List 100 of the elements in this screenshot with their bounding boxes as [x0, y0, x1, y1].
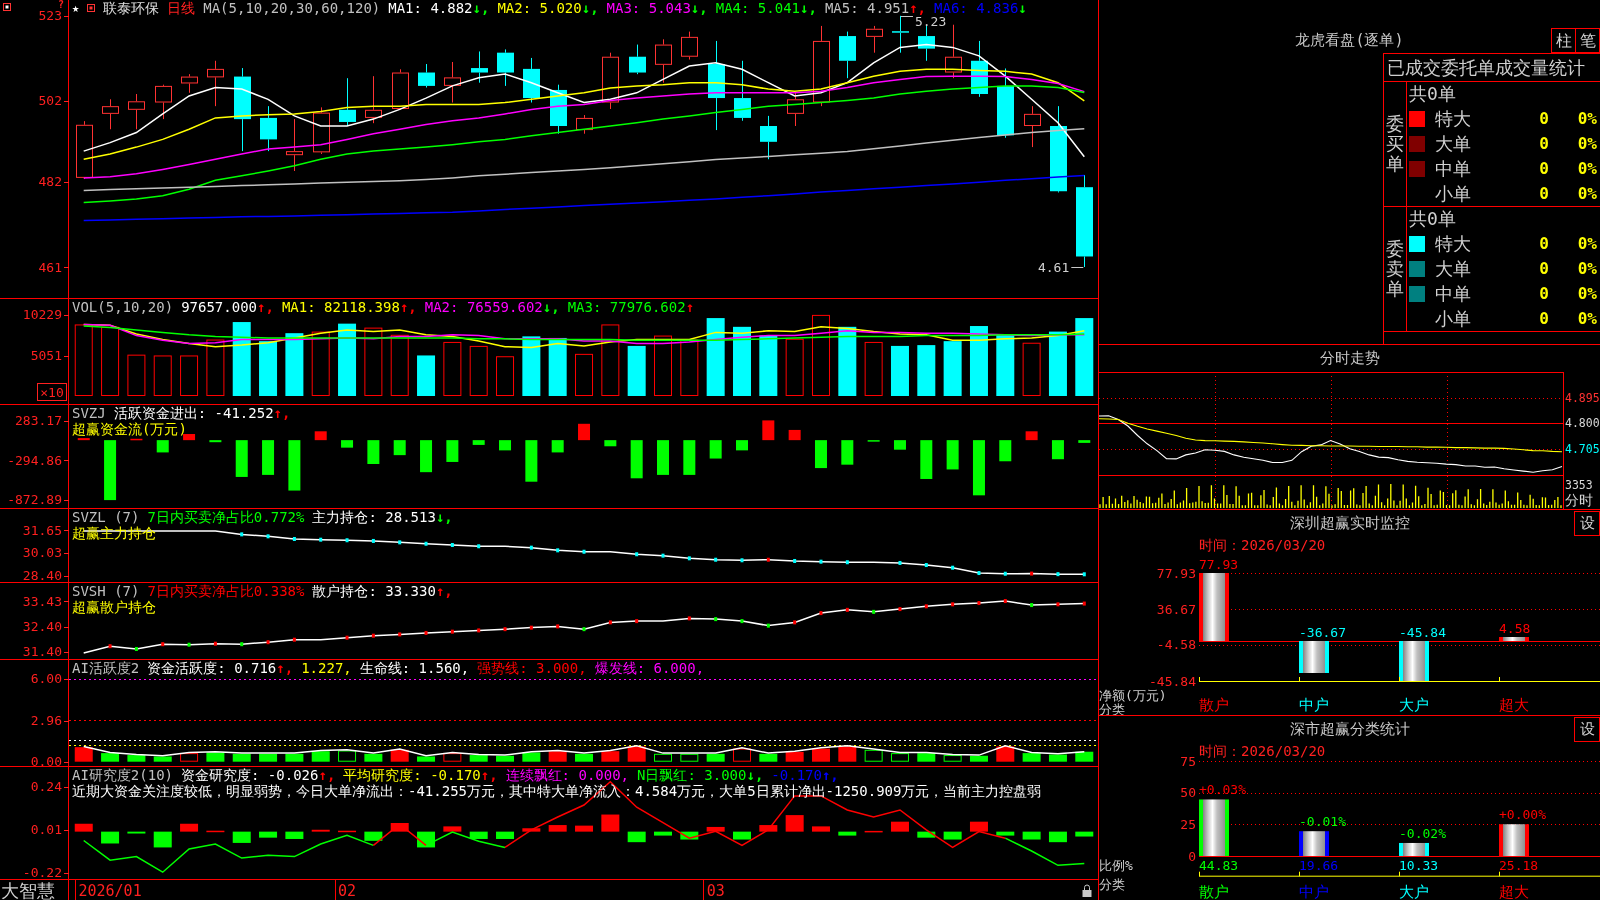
- axis-label: 25: [1180, 816, 1196, 832]
- date-label: 时间：2026/03/20: [1199, 537, 1326, 553]
- chart-bar: [917, 831, 936, 838]
- order-share: 0%: [1576, 309, 1597, 328]
- chart-bar: [469, 345, 488, 396]
- chart-bar: [551, 440, 564, 453]
- point-marker: [766, 623, 770, 628]
- chart-bar: [443, 341, 462, 396]
- chart-bar: [999, 440, 1012, 462]
- chart-bar: [891, 345, 909, 396]
- axis-label: 0.24: [30, 779, 62, 795]
- date-label: 时间：2026/03/20: [1199, 743, 1326, 759]
- axis-label: 4.800: [1565, 416, 1600, 431]
- lock-icon[interactable]: [1082, 884, 1092, 897]
- chart-bar: [1075, 751, 1094, 762]
- order-count: 0: [1538, 309, 1549, 328]
- chart-bar: [153, 831, 172, 848]
- candlestick: [102, 98, 119, 130]
- candlestick: [839, 31, 856, 79]
- chart-bar: [104, 440, 117, 501]
- chart-bar: [785, 815, 804, 832]
- chart-bar: [285, 333, 304, 396]
- point-marker: [319, 537, 323, 542]
- order-count: 0: [1538, 159, 1549, 178]
- indicator-text: 爆发线: 6.000,: [594, 660, 705, 676]
- point-marker: [371, 633, 375, 638]
- settings-button[interactable]: 设: [1574, 716, 1600, 742]
- chart-bar: [235, 440, 248, 477]
- point-marker: [424, 630, 428, 635]
- axis-label: 0: [1188, 848, 1196, 864]
- chart-bar: [759, 335, 778, 396]
- trend-arrow: ↑,: [276, 660, 294, 676]
- trend-arrow: ↓,: [746, 767, 764, 783]
- bar-value: 77.93: [1199, 557, 1239, 572]
- candlestick: [313, 106, 330, 155]
- order-share: 0%: [1576, 159, 1597, 178]
- indicator-text: 97657.000: [181, 299, 257, 315]
- chart-bar: [548, 751, 567, 762]
- view-button[interactable]: 柱: [1551, 28, 1576, 53]
- date-label: 03: [706, 882, 725, 900]
- chart-bar: [74, 823, 93, 832]
- square-icon: [87, 4, 96, 12]
- chart-bar: [891, 753, 909, 762]
- axis-label: 502: [38, 93, 62, 109]
- axis-label: 30.03: [22, 545, 62, 561]
- point-marker: [687, 556, 691, 561]
- axis-label: 31.65: [22, 522, 62, 538]
- point-marker: [582, 627, 586, 632]
- indicator-text: 强势线: 3.000,: [477, 660, 587, 676]
- point-marker: [608, 620, 612, 625]
- chart-bar: [232, 753, 251, 762]
- indicator-text: MA6: 4.836: [934, 0, 1019, 16]
- chart-bar: [259, 753, 278, 762]
- axis-label: -0.22: [22, 865, 62, 881]
- chart-bar: [1199, 799, 1229, 856]
- indicator-text: 7日内买卖净占比0.772%: [147, 509, 305, 525]
- candlestick: [1024, 105, 1041, 148]
- candlestick: [576, 114, 593, 135]
- candlestick: [681, 31, 698, 61]
- indicator-text: 资金研究度: -0.026: [181, 767, 319, 783]
- trend-arrow: ↑,: [399, 299, 417, 315]
- axis-label: 482: [38, 174, 62, 190]
- chart-bar: [496, 755, 515, 762]
- point-marker: [1003, 599, 1007, 604]
- category-label: 中户: [1299, 883, 1329, 900]
- indicator-text: MA4: 5.041: [715, 0, 800, 16]
- point-marker: [1082, 572, 1086, 577]
- category-label: 超大: [1499, 696, 1529, 714]
- axis-label: 分时: [1565, 492, 1593, 508]
- order-share: 0%: [1576, 184, 1597, 203]
- chart-bar: [130, 438, 143, 441]
- indicator-text: MA1: 4.882: [388, 0, 473, 16]
- axis-label: 5051: [30, 348, 62, 364]
- settings-button[interactable]: 设: [1574, 510, 1600, 536]
- point-marker: [977, 601, 981, 606]
- order-share: 0%: [1576, 259, 1597, 278]
- trend-arrow: ↑,: [909, 0, 927, 16]
- chart-bar: [627, 746, 646, 762]
- chart-bar: [812, 748, 830, 762]
- view-button[interactable]: 笔: [1575, 28, 1600, 53]
- axis-label: 461: [38, 259, 62, 275]
- chart-bar: [996, 334, 1015, 396]
- chart-bar: [101, 831, 120, 844]
- indicator-text: -0.170: [771, 767, 822, 783]
- period-label[interactable]: 日线: [167, 0, 196, 16]
- point-marker: [503, 627, 507, 632]
- chart-bar: [522, 752, 541, 762]
- chart-bar: [894, 440, 906, 450]
- chart-bar: [733, 831, 751, 840]
- indicator-text: 7日内买卖净占比0.338%: [147, 583, 305, 599]
- point-marker: [187, 642, 191, 647]
- star-icon[interactable]: ★: [72, 0, 80, 16]
- help-button[interactable]: ?: [58, 0, 65, 10]
- order-share: 0%: [1576, 284, 1597, 303]
- chart-bar: [338, 750, 357, 762]
- chart-bar: [943, 755, 962, 762]
- chart-bar: [393, 440, 406, 456]
- chart-bar: [262, 440, 275, 475]
- chart-bar: [1199, 573, 1229, 641]
- chart-bar: [604, 440, 617, 447]
